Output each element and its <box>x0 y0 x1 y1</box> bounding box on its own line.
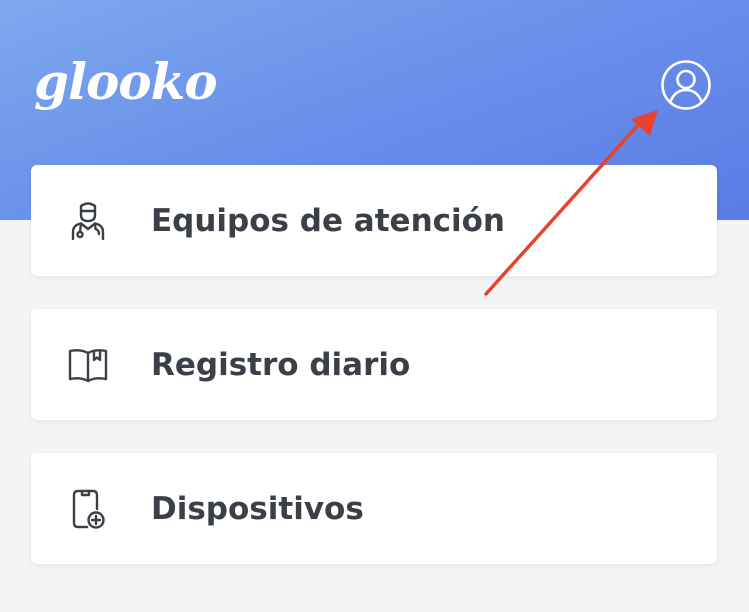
book-icon <box>65 342 111 388</box>
menu-item-devices[interactable]: Dispositivos <box>31 453 717 564</box>
user-circle-icon <box>661 60 711 110</box>
menu-item-label: Equipos de atención <box>151 202 506 239</box>
glooko-logo: glooko <box>34 52 218 111</box>
menu-item-label: Dispositivos <box>151 490 364 527</box>
menu-item-daily-log[interactable]: Registro diario <box>31 309 717 420</box>
device-add-icon <box>65 486 111 532</box>
menu-item-label: Registro diario <box>151 346 411 383</box>
menu-item-care-teams[interactable]: Equipos de atención <box>31 165 717 276</box>
doctor-icon <box>65 198 111 244</box>
profile-button[interactable] <box>658 57 714 113</box>
